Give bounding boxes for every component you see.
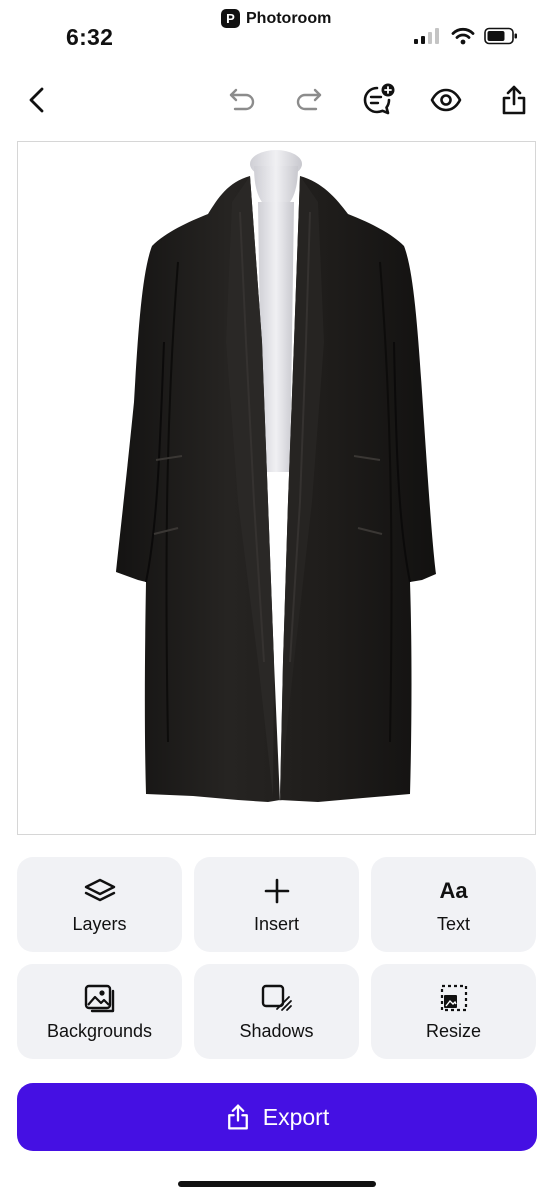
resize-icon	[440, 984, 467, 1012]
tool-backgrounds-button[interactable]: Backgrounds	[17, 964, 182, 1059]
export-label: Export	[262, 1103, 330, 1130]
chevron-left-icon	[29, 87, 44, 113]
app-name: Photoroom	[246, 9, 332, 27]
preview-button[interactable]	[424, 78, 468, 122]
tool-shadows-button[interactable]: Shadows	[194, 964, 359, 1059]
back-button[interactable]	[16, 78, 60, 122]
editor-toolbar	[0, 78, 554, 122]
undo-button[interactable]	[220, 78, 264, 122]
comment-add-icon	[363, 83, 395, 115]
tool-text-button[interactable]: Aa Text	[371, 857, 536, 952]
coat-product-image[interactable]	[18, 142, 536, 835]
share-icon	[502, 85, 526, 115]
status-bar: 6:32 P Photoroom	[0, 0, 554, 62]
tool-insert-button[interactable]: Insert	[194, 857, 359, 952]
redo-button[interactable]	[287, 78, 331, 122]
undo-icon	[229, 88, 255, 111]
tool-label: Text	[436, 914, 470, 934]
tool-label: Resize	[425, 1021, 482, 1041]
tool-label: Layers	[72, 914, 127, 934]
app-indicator: P Photoroom	[221, 9, 331, 28]
tool-label: Backgrounds	[46, 1021, 153, 1041]
battery-icon	[484, 27, 517, 45]
layers-icon	[84, 878, 115, 902]
tool-label: Insert	[253, 914, 300, 934]
export-button[interactable]: Export	[17, 1083, 537, 1151]
status-time: 6:32	[66, 24, 114, 50]
status-icons	[414, 27, 518, 45]
tool-layers-button[interactable]: Layers	[17, 857, 182, 952]
photoroom-logo-icon: P	[221, 9, 240, 28]
redo-icon	[296, 88, 322, 111]
shadow-icon	[261, 984, 292, 1011]
comment-button[interactable]	[356, 78, 400, 122]
share-button[interactable]	[492, 78, 536, 122]
design-canvas[interactable]	[17, 141, 536, 835]
backgrounds-icon	[84, 984, 114, 1013]
cellular-signal-icon	[414, 28, 439, 44]
eye-icon	[430, 88, 462, 112]
wifi-icon	[451, 27, 475, 45]
tool-label: Shadows	[239, 1021, 314, 1041]
tool-resize-button[interactable]: Resize	[371, 964, 536, 1059]
text-icon: Aa	[439, 878, 468, 903]
plus-icon	[264, 878, 289, 904]
share-icon	[227, 1104, 248, 1130]
home-indicator	[178, 1181, 376, 1187]
